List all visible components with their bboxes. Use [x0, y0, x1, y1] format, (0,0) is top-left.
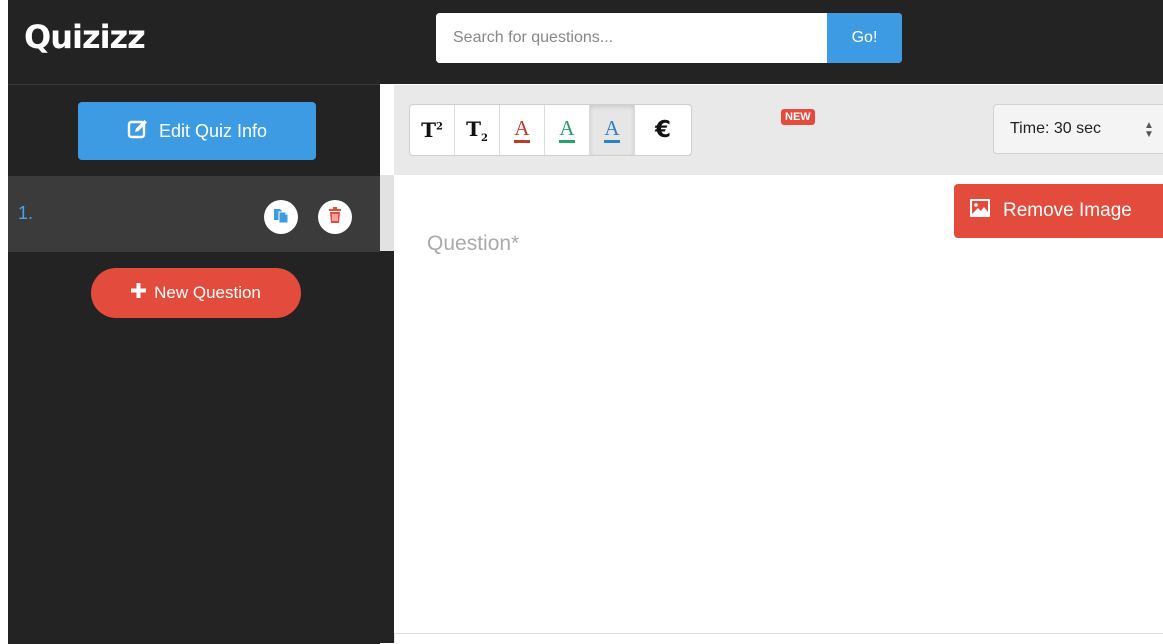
edit-quiz-info-button[interactable]: Edit Quiz Info [78, 102, 316, 160]
subscript-button[interactable]: T2 [455, 105, 500, 155]
text-color-red-button[interactable]: A [500, 105, 545, 155]
image-icon [970, 199, 990, 223]
superscript-button[interactable]: T2 [410, 105, 455, 155]
window-left-edge [0, 0, 8, 643]
new-question-button[interactable]: New Question [91, 268, 301, 318]
duplicate-question-button[interactable] [264, 200, 298, 234]
sidebar-scrollbar-thumb[interactable] [380, 175, 394, 251]
quizizz-logo[interactable]: Quizizz [24, 18, 146, 56]
question-editor: Question* Remove Image [394, 175, 1163, 634]
remove-image-button[interactable]: Remove Image [954, 184, 1163, 238]
copy-icon [272, 206, 290, 229]
font-color-red-icon: A [514, 117, 530, 143]
delete-question-button[interactable] [318, 200, 352, 234]
font-color-blue-icon: A [604, 117, 620, 143]
text-color-green-button[interactable]: A [545, 105, 590, 155]
trash-icon [326, 206, 344, 229]
edit-icon [127, 118, 149, 145]
sort-arrows-icon: ▲ ▼ [1144, 120, 1154, 140]
plus-icon [131, 283, 147, 303]
search-bar: Go! [436, 13, 902, 63]
new-badge: NEW [781, 109, 815, 125]
search-go-button[interactable]: Go! [827, 13, 902, 63]
top-navbar: Quizizz Go! [8, 0, 1163, 84]
time-select[interactable]: Time: 30 sec ▲ ▼ [993, 104, 1163, 154]
superscript-icon: T2 [421, 118, 443, 142]
edit-quiz-info-label: Edit Quiz Info [158, 120, 268, 141]
search-input[interactable] [436, 13, 824, 63]
euro-icon: € [654, 117, 671, 143]
editor-bottom-border [394, 633, 1163, 634]
format-toolbar: T2 T2 A A A € [409, 104, 692, 156]
sidebar-scroll-base [380, 251, 394, 643]
new-question-label: New Question [154, 283, 261, 302]
text-color-blue-button[interactable]: A [590, 105, 635, 155]
time-select-value: Time: 30 sec [1010, 120, 1101, 137]
remove-image-label: Remove Image [1003, 200, 1132, 221]
question-list-item-1[interactable]: 1. [8, 176, 380, 252]
math-symbols-button[interactable]: € [635, 105, 691, 155]
subscript-icon: T2 [466, 116, 488, 144]
editor-toolbar-area: T2 T2 A A A € NEW Time: 30 sec ▲ ▼ [394, 85, 1163, 175]
font-color-green-icon: A [559, 117, 575, 143]
question-input-placeholder[interactable]: Question* [427, 232, 519, 256]
question-sidebar: Edit Quiz Info 1. New Question [8, 84, 380, 644]
question-number: 1. [18, 203, 34, 223]
